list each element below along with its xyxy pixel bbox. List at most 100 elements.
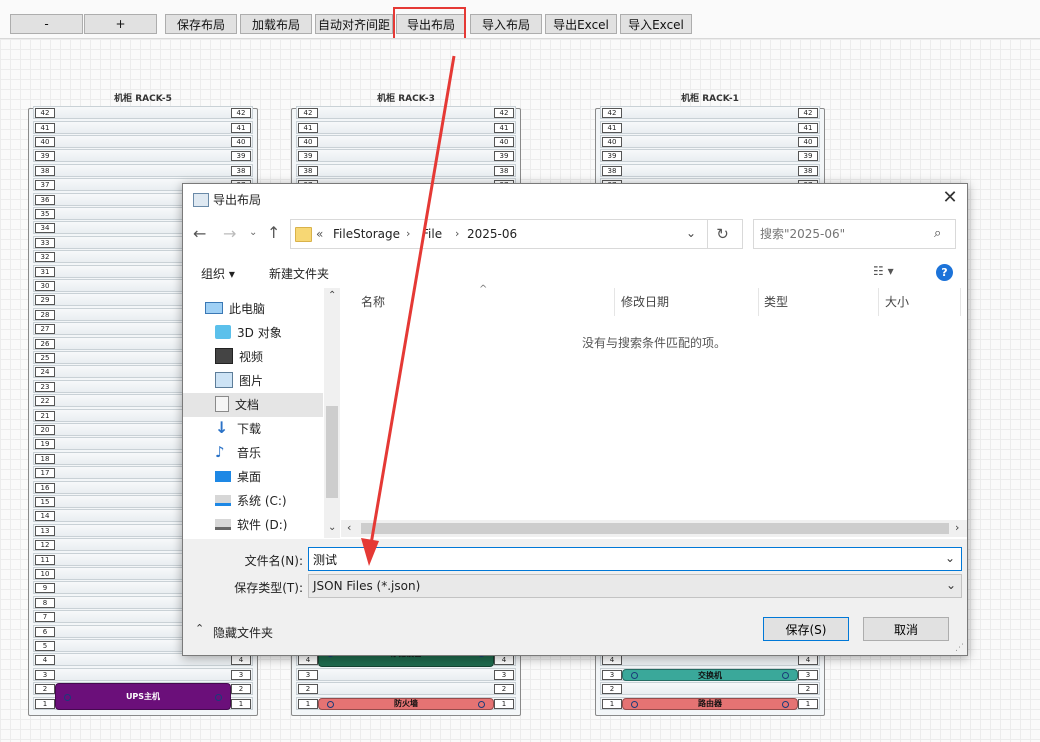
list-scroll-thumb[interactable] bbox=[361, 523, 949, 534]
hide-folders-toggle[interactable]: 隐藏文件夹 bbox=[213, 624, 273, 641]
unit-number: 37 bbox=[35, 180, 55, 191]
rack-slot[interactable]: 38 38 bbox=[33, 163, 253, 177]
save-layout-button[interactable]: 保存布局 bbox=[165, 14, 237, 34]
toolbar: - + 保存布局 加载布局 自动对齐间距 导出布局 导入布局 导出Excel 导… bbox=[0, 0, 1040, 41]
nav-drive-d[interactable]: 软件 (D:) bbox=[215, 513, 287, 535]
import-layout-button[interactable]: 导入布局 bbox=[470, 14, 542, 34]
breadcrumb-filestorage[interactable]: FileStorage bbox=[333, 227, 400, 241]
zoom-out-button[interactable]: - bbox=[10, 14, 83, 34]
unit-number: 24 bbox=[35, 367, 55, 378]
recent-locations-icon[interactable]: ⌄ bbox=[249, 227, 257, 238]
unit-number: 39 bbox=[35, 151, 55, 162]
column-type[interactable]: 类型 bbox=[764, 288, 879, 316]
column-name[interactable]: 名称 bbox=[361, 288, 615, 316]
view-options-icon[interactable]: ☷ ▾ bbox=[873, 264, 894, 278]
scroll-up-icon[interactable]: ⌃ bbox=[328, 290, 336, 301]
rack-device[interactable]: 路由器 bbox=[622, 697, 798, 710]
help-icon[interactable]: ? bbox=[936, 264, 953, 281]
nav-documents[interactable]: 文档 bbox=[215, 393, 259, 415]
rack-device[interactable]: UPS主机 bbox=[55, 683, 231, 710]
film-icon bbox=[215, 348, 233, 364]
device-port-icon bbox=[631, 671, 638, 679]
file-list: ^ 名称 修改日期 类型 大小 没有与搜索条件匹配的项。 ‹ › bbox=[341, 284, 967, 538]
column-size[interactable]: 大小 bbox=[885, 288, 961, 316]
nav-label: 图片 bbox=[239, 373, 264, 388]
unit-number: 4 bbox=[35, 655, 55, 666]
nav-scrollbar[interactable]: ⌃ ⌄ bbox=[324, 288, 340, 538]
nav-videos[interactable]: 视频 bbox=[215, 345, 263, 367]
nav-pictures[interactable]: 图片 bbox=[215, 369, 263, 391]
unit-number: 40 bbox=[231, 137, 251, 147]
cancel-button[interactable]: 取消 bbox=[863, 617, 949, 641]
breadcrumb-2025-06[interactable]: 2025-06 bbox=[467, 227, 517, 241]
search-input[interactable] bbox=[756, 223, 926, 245]
rack-slot[interactable]: 39 39 bbox=[600, 149, 820, 163]
new-folder-button[interactable]: 新建文件夹 bbox=[269, 265, 329, 282]
scroll-left-icon[interactable]: ‹ bbox=[347, 521, 351, 534]
unit-number: 41 bbox=[298, 122, 318, 133]
cube-icon bbox=[215, 325, 231, 339]
nav-downloads[interactable]: ↓ 下载 bbox=[215, 417, 261, 439]
rack-slot[interactable]: 38 38 bbox=[600, 163, 820, 177]
forward-arrow-icon[interactable]: → bbox=[223, 224, 236, 243]
search-box[interactable]: ⌕ bbox=[753, 219, 956, 249]
rack-slot[interactable]: 42 42 bbox=[33, 106, 253, 120]
unit-number: 41 bbox=[494, 122, 514, 133]
back-arrow-icon[interactable]: ← bbox=[193, 224, 206, 243]
rack-slot[interactable]: 41 41 bbox=[600, 120, 820, 134]
chevron-down-icon[interactable]: ⌄ bbox=[686, 226, 696, 240]
rack-slot[interactable]: 42 42 bbox=[600, 106, 820, 120]
scroll-right-icon[interactable]: › bbox=[955, 521, 959, 534]
filename-input[interactable] bbox=[308, 547, 962, 571]
column-modified[interactable]: 修改日期 bbox=[621, 288, 759, 316]
zoom-in-button[interactable]: + bbox=[84, 14, 157, 34]
rack-slot[interactable]: 33 bbox=[296, 667, 516, 681]
rack-device[interactable]: 交换机 bbox=[622, 668, 798, 682]
list-hscrollbar[interactable]: ‹ › bbox=[341, 520, 967, 537]
address-bar[interactable]: « FileStorage › File › 2025-06 ⌄ bbox=[290, 219, 743, 249]
nav-music[interactable]: ♪ 音乐 bbox=[215, 441, 261, 463]
rack-slot[interactable]: 39 39 bbox=[296, 149, 516, 163]
save-button[interactable]: 保存(S) bbox=[763, 617, 849, 641]
chevron-down-icon[interactable]: ⌄ bbox=[945, 551, 955, 565]
nav-3d-objects[interactable]: 3D 对象 bbox=[215, 321, 282, 343]
unit-number: 12 bbox=[35, 540, 55, 551]
organize-menu[interactable]: 组织 ▾ bbox=[201, 265, 235, 282]
scroll-down-icon[interactable]: ⌄ bbox=[328, 522, 336, 533]
rack-slot[interactable]: 40 40 bbox=[600, 135, 820, 148]
nav-scroll-thumb[interactable] bbox=[326, 406, 338, 498]
unit-number: 22 bbox=[35, 396, 55, 407]
nav-this-pc[interactable]: 此电脑 bbox=[205, 297, 265, 319]
device-port-icon bbox=[64, 693, 71, 701]
import-excel-button[interactable]: 导入Excel bbox=[620, 14, 692, 34]
unit-number: 1 bbox=[35, 698, 55, 709]
unit-number: 11 bbox=[35, 554, 55, 565]
rack-device[interactable]: 防火墙 bbox=[318, 697, 494, 710]
rack-slot[interactable]: 38 38 bbox=[296, 163, 516, 177]
refresh-icon[interactable]: ↻ bbox=[707, 219, 737, 249]
resize-grip-icon[interactable]: ⋰ bbox=[955, 643, 964, 653]
rack-slot[interactable]: 39 39 bbox=[33, 149, 253, 163]
rack-slot[interactable]: 22 bbox=[600, 682, 820, 696]
rack-slot[interactable]: 41 41 bbox=[33, 120, 253, 134]
up-arrow-icon[interactable]: ↑ bbox=[267, 223, 280, 242]
filetype-select[interactable]: JSON Files (*.json) ⌄ bbox=[308, 574, 962, 598]
nav-desktop[interactable]: 桌面 bbox=[215, 465, 261, 487]
close-icon[interactable]: ✕ bbox=[939, 187, 961, 209]
auto-align-button[interactable]: 自动对齐间距 bbox=[315, 14, 393, 34]
rack-slot[interactable]: 33 bbox=[33, 667, 253, 681]
unit-number: 38 bbox=[35, 165, 55, 176]
chevron-up-icon[interactable]: ⌃ bbox=[195, 622, 204, 635]
breadcrumb-file[interactable]: File bbox=[422, 227, 442, 241]
music-icon: ♪ bbox=[215, 443, 225, 461]
rack-slot[interactable]: 41 41 bbox=[296, 120, 516, 134]
nav-drive-c[interactable]: 系统 (C:) bbox=[215, 489, 287, 511]
export-excel-button[interactable]: 导出Excel bbox=[545, 14, 617, 34]
load-layout-button[interactable]: 加载布局 bbox=[240, 14, 312, 34]
unit-number: 1 bbox=[298, 698, 318, 709]
rack-slot[interactable]: 42 42 bbox=[296, 106, 516, 120]
rack-slot[interactable]: 40 40 bbox=[296, 135, 516, 148]
rack-slot[interactable]: 22 bbox=[296, 682, 516, 696]
rack-slot[interactable]: 40 40 bbox=[33, 135, 253, 148]
unit-number: 3 bbox=[494, 669, 514, 680]
